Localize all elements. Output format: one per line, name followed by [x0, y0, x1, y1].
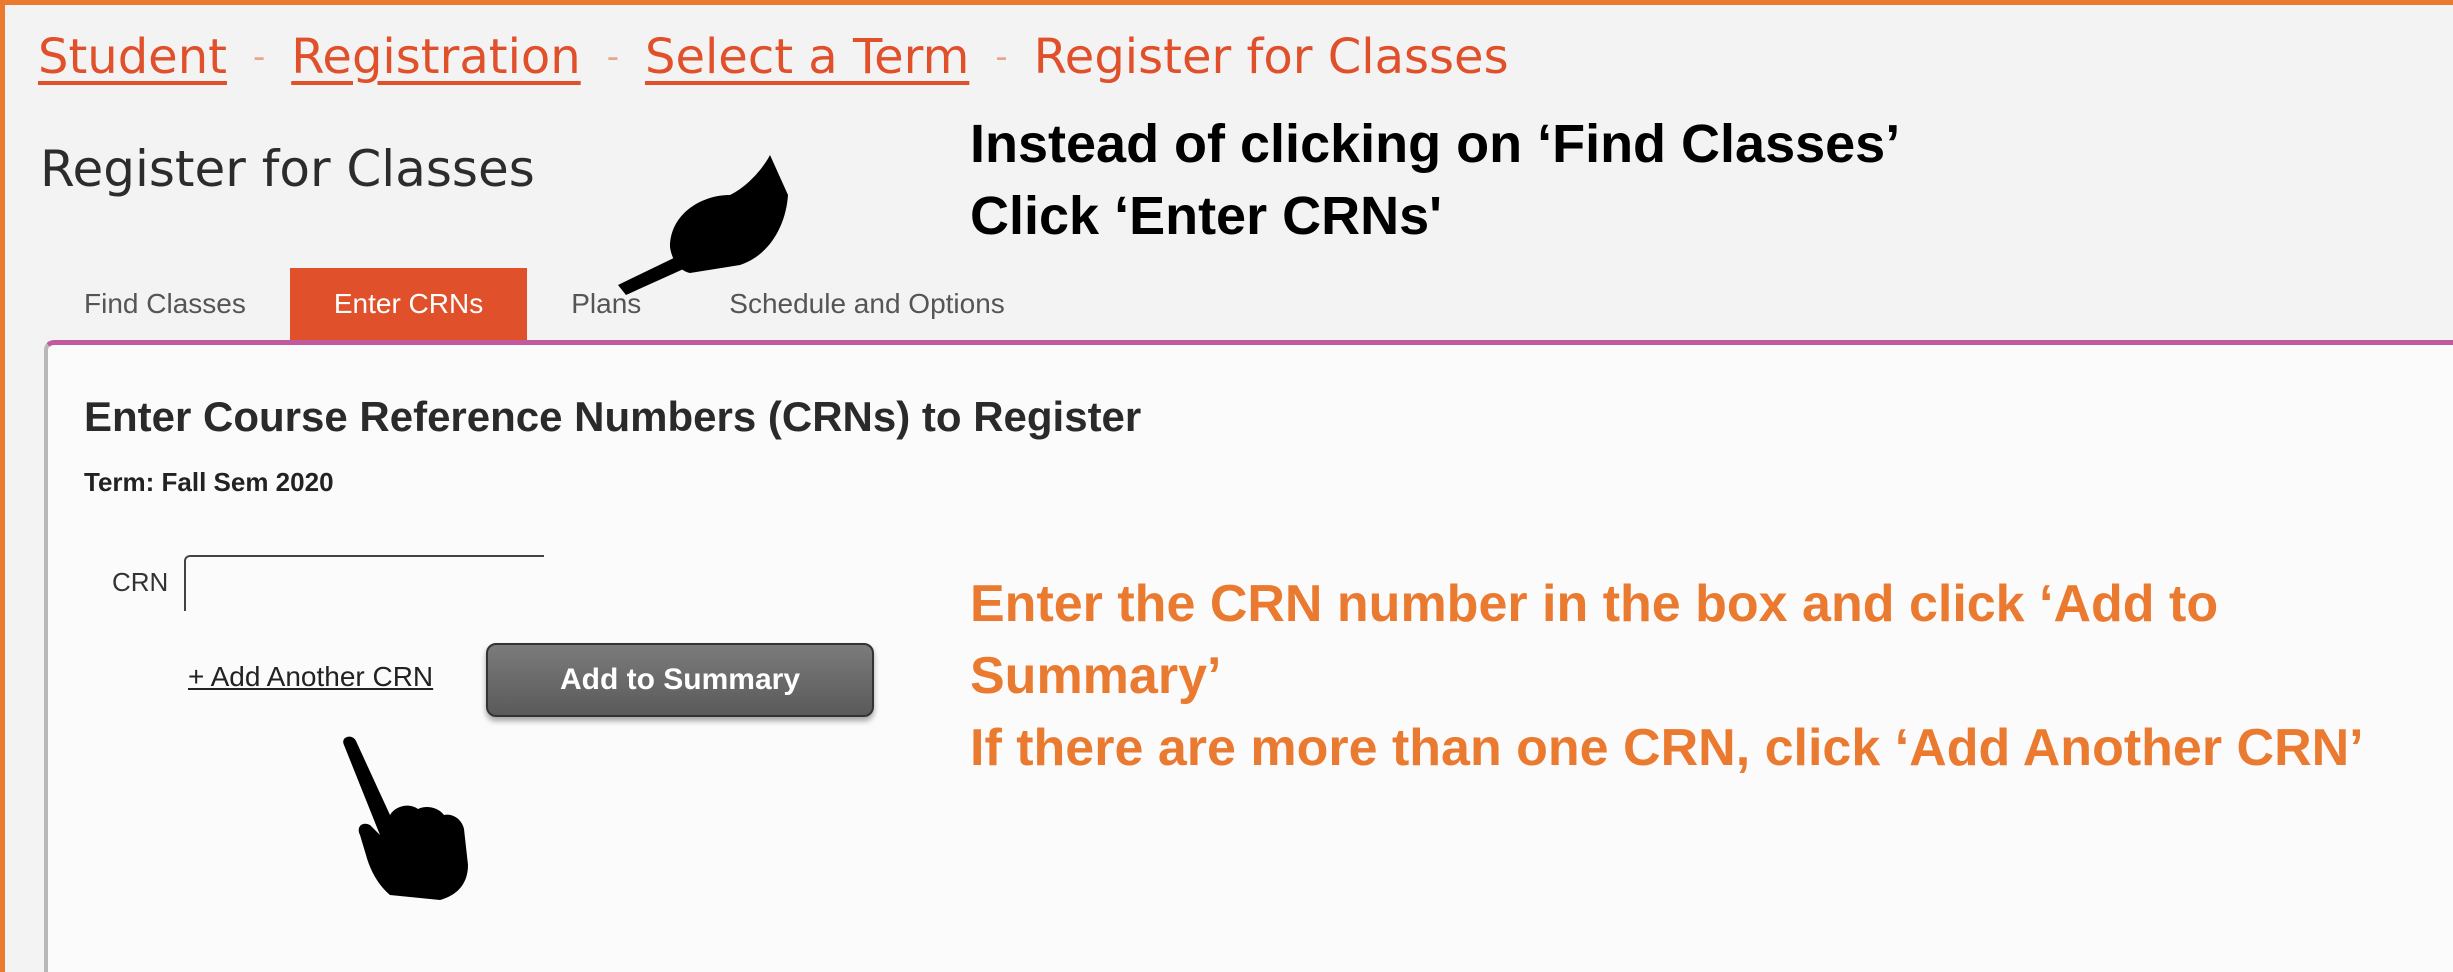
pointing-hand-icon: [343, 736, 468, 900]
callout-paragraph: If there are more than one CRN, click ‘A…: [970, 719, 2364, 777]
tab-plans[interactable]: Plans: [527, 268, 685, 340]
breadcrumb-registration[interactable]: Registration: [291, 29, 580, 85]
breadcrumb-separator: -: [995, 37, 1008, 77]
crn-label: CRN: [112, 567, 169, 597]
term-label: Term: Fall Sem 2020: [84, 467, 334, 497]
breadcrumb-separator: -: [606, 37, 619, 77]
breadcrumb-separator: -: [252, 37, 266, 77]
instruction-callout-top: Instead of clicking on ‘Find Classes’ Cl…: [970, 108, 2170, 252]
tab-find-classes[interactable]: Find Classes: [40, 268, 290, 340]
add-another-crn-link[interactable]: + Add Another CRN: [188, 661, 433, 693]
instruction-callout-bottom: Enter the CRN number in the box and clic…: [970, 568, 2410, 784]
callout-line: Click ‘Enter CRNs': [970, 186, 1442, 246]
tab-schedule-and-options[interactable]: Schedule and Options: [685, 268, 1049, 340]
breadcrumb: Student - Registration - Select a Term -…: [38, 22, 1509, 92]
add-to-summary-button[interactable]: Add to Summary: [486, 643, 874, 717]
breadcrumb-current: Register for Classes: [1033, 29, 1509, 85]
tab-enter-crns[interactable]: Enter CRNs: [289, 268, 528, 340]
callout-paragraph: Enter the CRN number in the box and clic…: [970, 575, 2219, 705]
crn-input[interactable]: [184, 555, 544, 611]
page-title: Register for Classes: [40, 140, 535, 198]
callout-line: Instead of clicking on ‘Find Classes’: [970, 114, 1901, 174]
tab-bar: Find Classes Enter CRNs Plans Schedule a…: [40, 268, 1049, 340]
panel-title: Enter Course Reference Numbers (CRNs) to…: [84, 393, 1142, 440]
breadcrumb-select-term[interactable]: Select a Term: [645, 29, 969, 85]
breadcrumb-student[interactable]: Student: [38, 29, 227, 85]
